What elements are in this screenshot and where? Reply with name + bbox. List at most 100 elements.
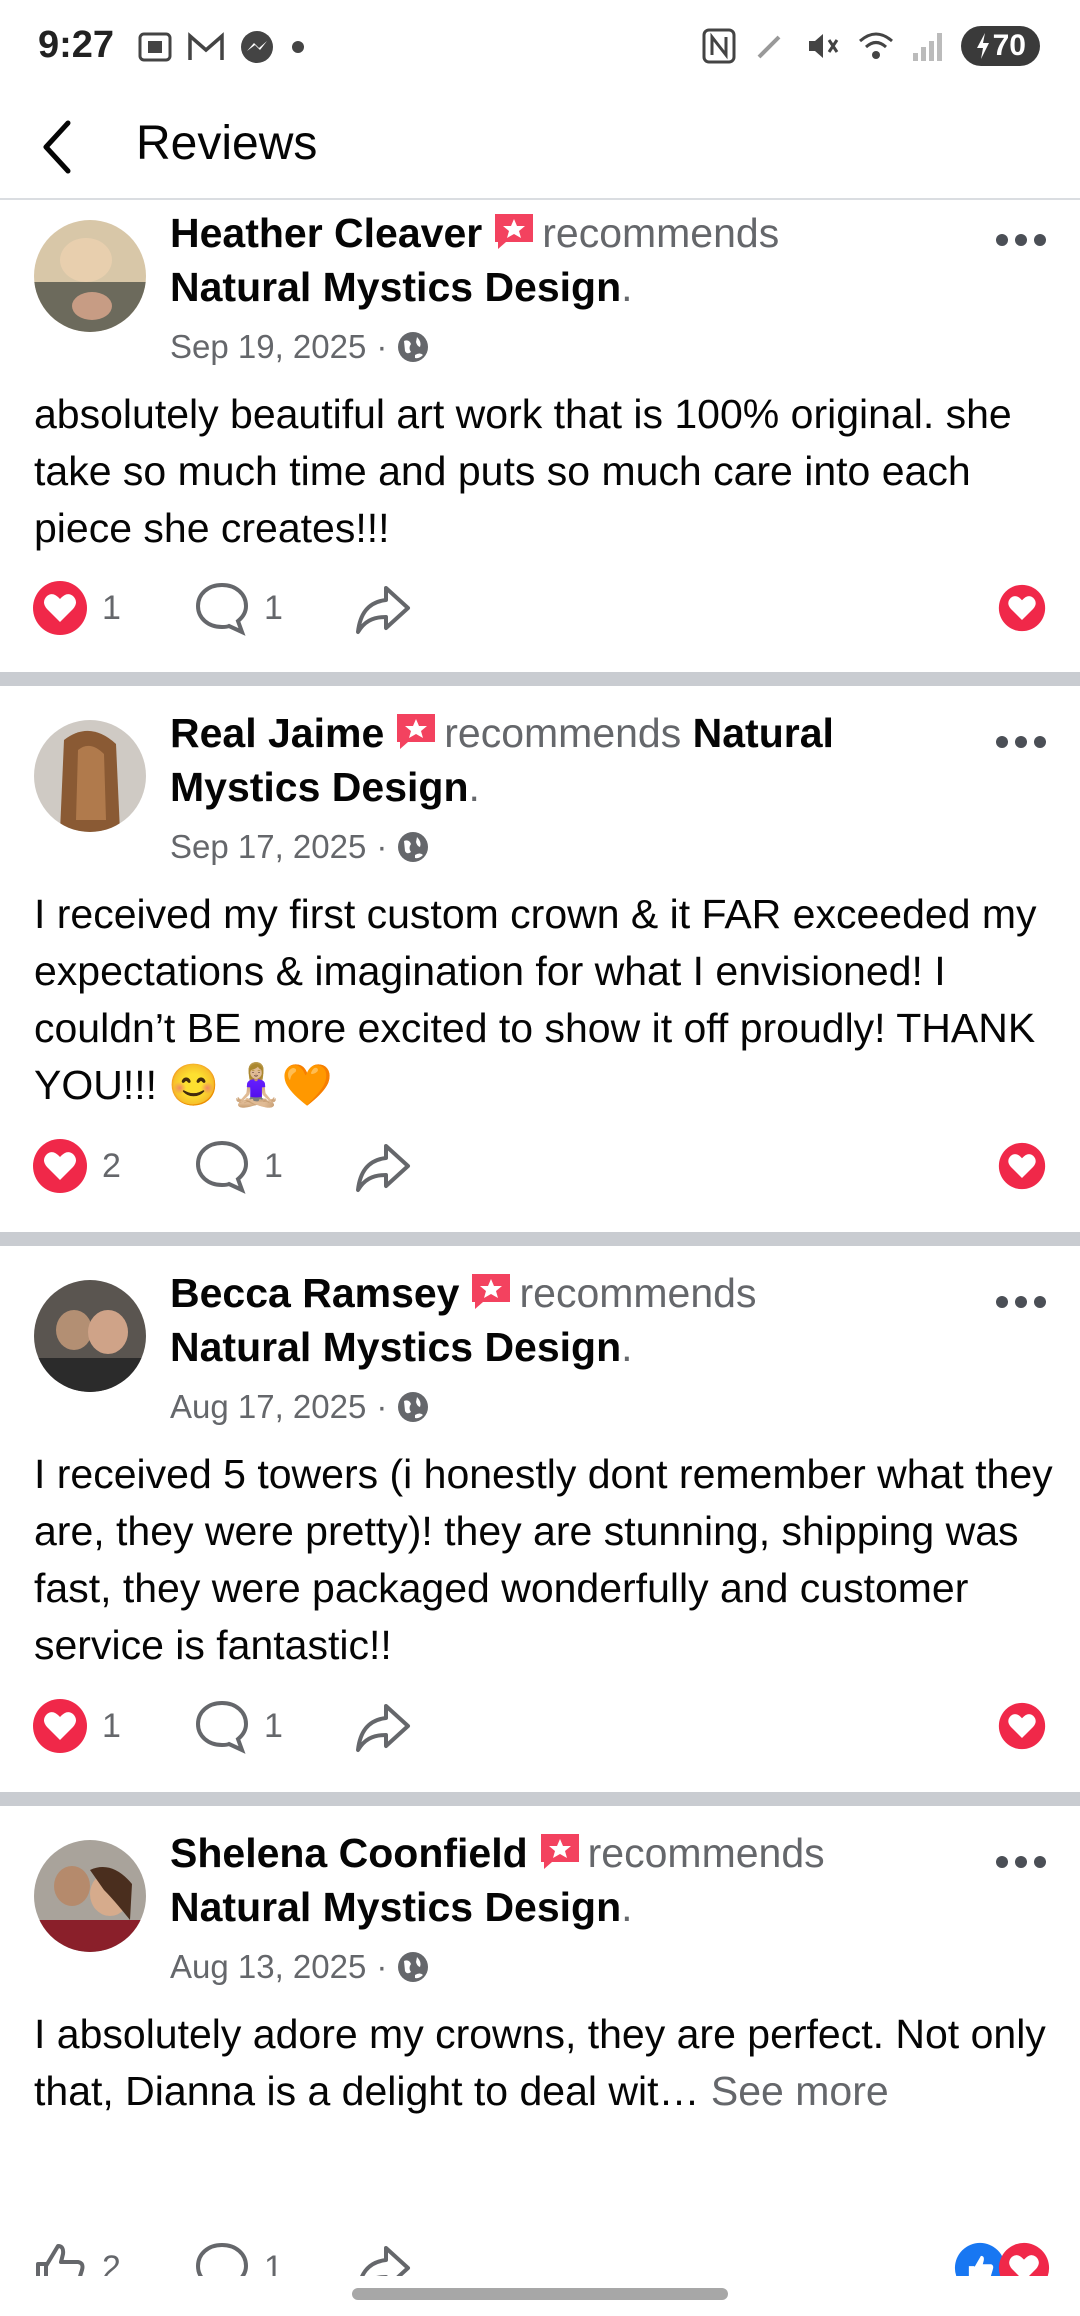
review-actions: 1 1 bbox=[32, 1696, 1048, 1756]
comment-button[interactable]: 1 bbox=[194, 1136, 283, 1196]
recommends-text: recommends bbox=[542, 210, 780, 256]
review-meta: Sep 19, 2025 · bbox=[170, 328, 429, 366]
author-name[interactable]: Real Jaime bbox=[170, 710, 384, 756]
divider bbox=[0, 672, 1080, 686]
review-actions: 2 1 bbox=[32, 2238, 1050, 2276]
review-text: I received my first custom crown & it FA… bbox=[34, 891, 1037, 1108]
review-card: Becca Ramsey recommends Natural Mystics D… bbox=[0, 1246, 1080, 1792]
reaction-button[interactable]: 1 bbox=[32, 1696, 121, 1756]
heart-icon bbox=[33, 1139, 87, 1193]
like-count: 2 bbox=[102, 2248, 121, 2277]
review-date[interactable]: Sep 17, 2025 bbox=[170, 828, 366, 866]
author-name[interactable]: Heather Cleaver bbox=[170, 210, 482, 256]
share-button[interactable] bbox=[354, 2238, 412, 2276]
battery-level: 70 bbox=[992, 29, 1026, 62]
review-text: I absolutely adore my crowns, they are p… bbox=[34, 2006, 1054, 2120]
top-app-bar: Reviews bbox=[0, 96, 1080, 200]
reaction-count: 1 bbox=[102, 1706, 121, 1745]
comment-count: 1 bbox=[264, 1706, 283, 1745]
reaction-count: 1 bbox=[102, 588, 121, 627]
reaction-summary[interactable] bbox=[998, 1136, 1046, 1196]
globe-icon bbox=[398, 832, 429, 862]
heart-icon bbox=[998, 1702, 1046, 1750]
page-link[interactable]: Natural Mystics Design bbox=[170, 264, 621, 310]
review-text-content: I absolutely adore my crowns, they are p… bbox=[34, 2011, 1046, 2114]
comment-button[interactable]: 1 bbox=[194, 578, 283, 638]
review-date[interactable]: Aug 17, 2025 bbox=[170, 1388, 366, 1426]
back-button[interactable] bbox=[40, 114, 90, 180]
charging-bolt-icon bbox=[976, 33, 989, 59]
globe-icon bbox=[398, 332, 429, 362]
nfc-icon bbox=[702, 28, 736, 64]
review-meta: Sep 17, 2025 · bbox=[170, 828, 429, 866]
review-meta: Aug 17, 2025 · bbox=[170, 1388, 429, 1426]
avatar[interactable] bbox=[34, 720, 146, 832]
author-name[interactable]: Shelena Coonfield bbox=[170, 1830, 528, 1876]
comment-count: 1 bbox=[264, 1146, 283, 1185]
screenshot-icon bbox=[138, 32, 172, 62]
share-icon bbox=[356, 1704, 410, 1752]
author-name[interactable]: Becca Ramsey bbox=[170, 1270, 459, 1316]
page-link[interactable]: Natural Mystics Design bbox=[170, 1884, 621, 1930]
review-header: Real Jaime recommends Natural Mystics Des… bbox=[170, 710, 834, 810]
comment-button[interactable]: 1 bbox=[194, 1696, 283, 1756]
more-options-button[interactable] bbox=[996, 1852, 1052, 1872]
recommends-text: recommends bbox=[444, 710, 682, 756]
reaction-summary[interactable] bbox=[998, 1696, 1046, 1756]
review-actions: 1 1 bbox=[32, 578, 1048, 638]
review-card: Shelena Coonfield recommends Natural Myst… bbox=[0, 1806, 1080, 2276]
review-header: Shelena Coonfield recommends Natural Myst… bbox=[170, 1830, 825, 1930]
recommend-badge-icon bbox=[540, 1834, 579, 1869]
page-link[interactable]: Natural Mystics Design bbox=[170, 1324, 621, 1370]
like-icon bbox=[36, 2244, 85, 2276]
more-options-button[interactable] bbox=[996, 230, 1052, 250]
heart-icon bbox=[33, 1699, 87, 1753]
messenger-icon bbox=[241, 31, 273, 63]
share-icon bbox=[360, 2246, 410, 2276]
review-header: Heather Cleaver recommends Natural Mystic… bbox=[170, 210, 780, 310]
review-date[interactable]: Aug 13, 2025 bbox=[170, 1948, 366, 1986]
reaction-summary[interactable] bbox=[998, 578, 1046, 638]
recommend-badge-icon bbox=[397, 714, 436, 749]
review-date[interactable]: Sep 19, 2025 bbox=[170, 328, 366, 366]
notification-icons bbox=[136, 28, 308, 66]
share-icon bbox=[356, 1144, 410, 1192]
share-icon bbox=[356, 586, 410, 634]
avatar[interactable] bbox=[34, 1280, 146, 1392]
mute-icon bbox=[808, 34, 838, 58]
share-button[interactable] bbox=[354, 1136, 412, 1196]
globe-icon bbox=[398, 1952, 429, 1982]
heart-icon bbox=[998, 2242, 1050, 2276]
reaction-summary[interactable] bbox=[954, 2238, 1050, 2276]
more-options-button[interactable] bbox=[996, 1292, 1052, 1312]
back-arrow-icon bbox=[43, 120, 71, 174]
home-indicator[interactable] bbox=[352, 2288, 728, 2300]
status-time: 9:27 bbox=[38, 24, 115, 66]
review-text: absolutely beautiful art work that is 10… bbox=[34, 391, 1012, 551]
divider bbox=[0, 1232, 1080, 1246]
system-icons: 70 bbox=[701, 26, 1040, 66]
comment-icon bbox=[195, 582, 249, 636]
gmail-icon bbox=[188, 32, 224, 60]
page-title: Reviews bbox=[136, 117, 318, 170]
pen-icon bbox=[757, 35, 781, 59]
more-options-button[interactable] bbox=[996, 732, 1052, 752]
comment-count: 1 bbox=[264, 2248, 283, 2277]
comment-icon bbox=[195, 2242, 249, 2276]
comment-icon bbox=[195, 1140, 249, 1194]
comment-button[interactable]: 1 bbox=[194, 2238, 283, 2276]
recommends-text: recommends bbox=[519, 1270, 757, 1316]
see-more-link[interactable]: See more bbox=[711, 2068, 889, 2114]
avatar[interactable] bbox=[34, 220, 146, 332]
share-button[interactable] bbox=[354, 578, 412, 638]
like-button[interactable]: 2 bbox=[32, 2238, 121, 2276]
review-card: Heather Cleaver recommends Natural Mystic… bbox=[0, 200, 1080, 672]
share-button[interactable] bbox=[354, 1696, 412, 1756]
review-meta: Aug 13, 2025 · bbox=[170, 1948, 429, 1986]
heart-icon bbox=[998, 584, 1046, 632]
reaction-button[interactable]: 2 bbox=[32, 1136, 121, 1196]
signal-icon bbox=[912, 33, 942, 61]
review-actions: 2 1 bbox=[32, 1136, 1048, 1196]
avatar[interactable] bbox=[34, 1840, 146, 1952]
reaction-button[interactable]: 1 bbox=[32, 578, 121, 638]
